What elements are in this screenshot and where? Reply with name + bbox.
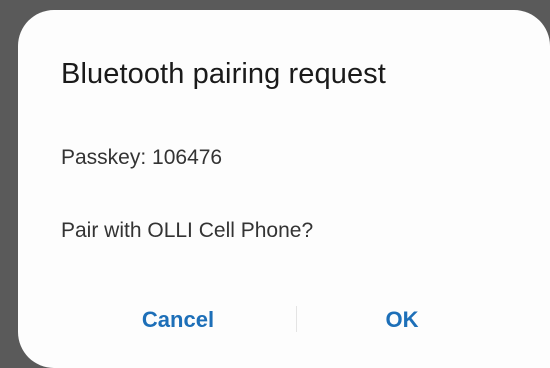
pair-question-text: Pair with OLLI Cell Phone? bbox=[61, 219, 314, 242]
dialog-title: Bluetooth pairing request bbox=[61, 58, 386, 90]
bluetooth-pairing-dialog: Bluetooth pairing request Passkey: 10647… bbox=[18, 10, 550, 368]
cancel-button[interactable]: Cancel bbox=[78, 290, 278, 350]
ok-button[interactable]: OK bbox=[302, 290, 502, 350]
background-scrim: Bluetooth pairing request Passkey: 10647… bbox=[0, 0, 550, 368]
button-divider bbox=[296, 306, 297, 332]
passkey-text: Passkey: 106476 bbox=[61, 146, 223, 169]
